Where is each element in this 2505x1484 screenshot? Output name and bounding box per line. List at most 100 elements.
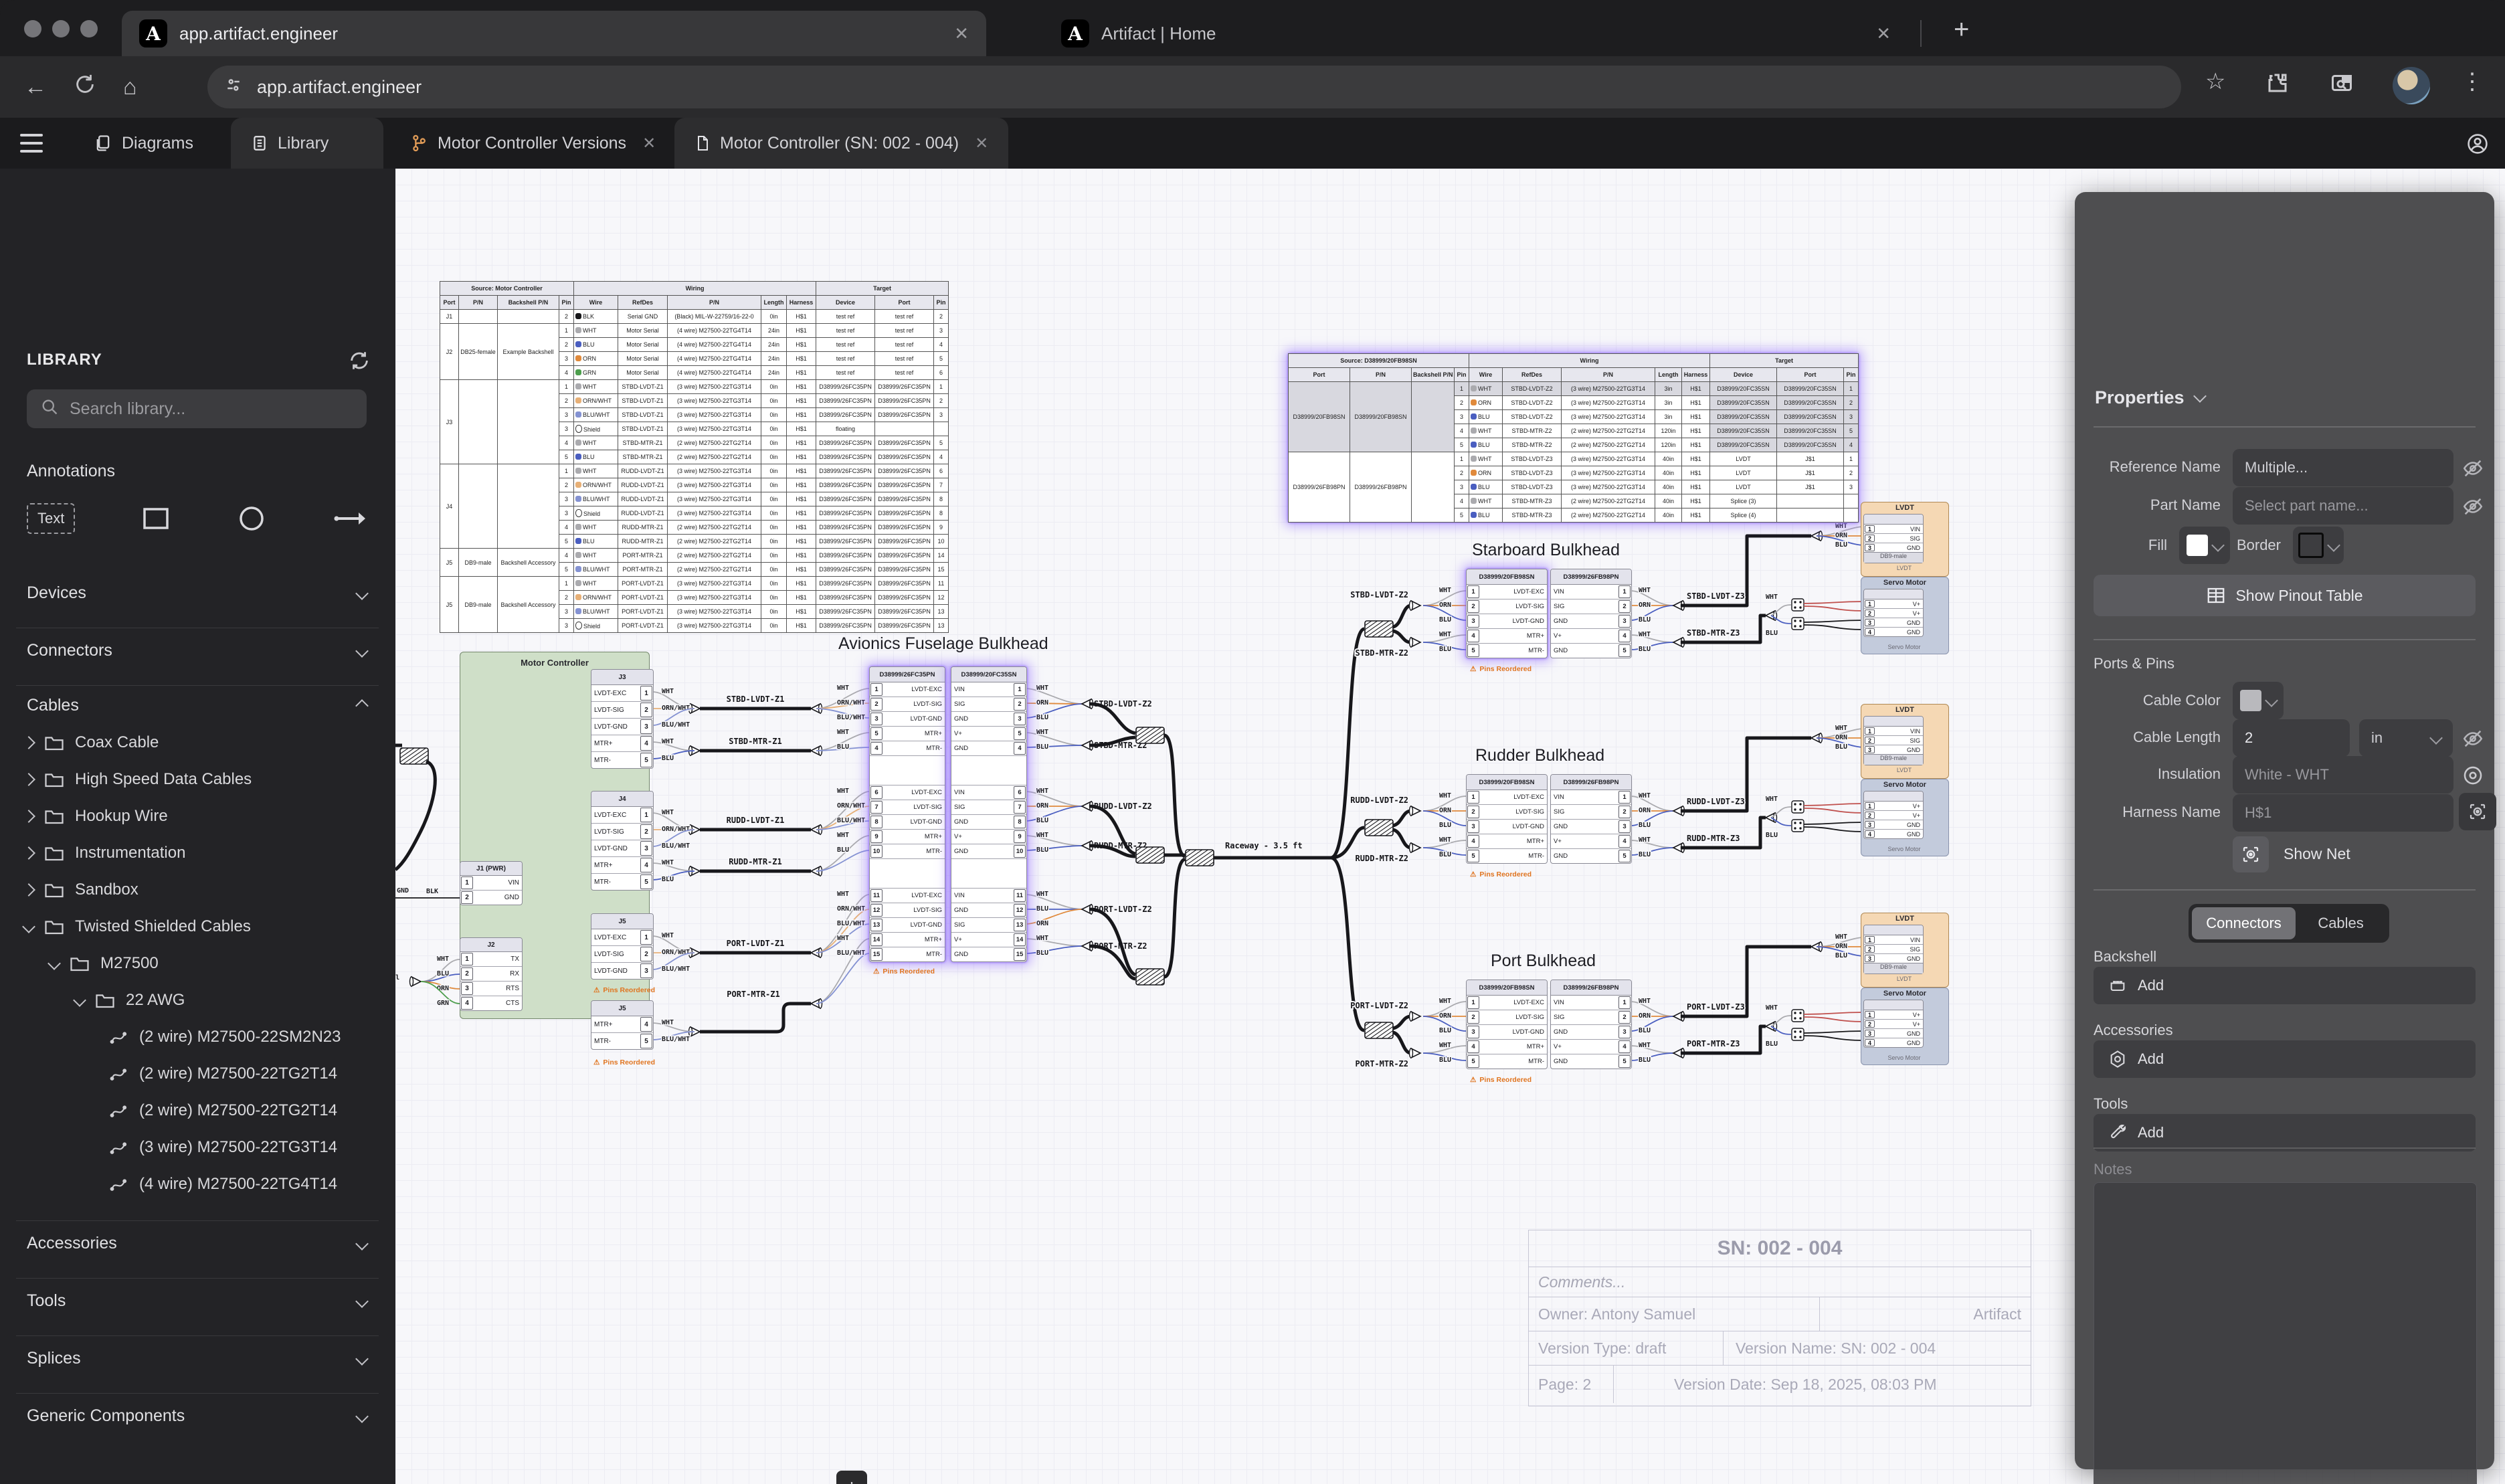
cable-length-input[interactable]: 2 [2233, 719, 2350, 757]
tree-folder[interactable]: Sandbox [0, 871, 395, 908]
cable-label[interactable]: PORT-MTR-Z1 [727, 990, 779, 999]
starboard-block-left[interactable]: D38999/20FB98SN1LVDT-EXC2LVDT-SIG3LVDT-G… [1466, 569, 1548, 658]
title-block[interactable]: SN: 002 - 004 Comments... Owner: Antony … [1528, 1230, 2031, 1406]
properties-header[interactable]: Properties [2095, 387, 2205, 408]
back-icon[interactable]: ← [24, 74, 47, 100]
tree-folder[interactable]: M27500 [0, 945, 395, 982]
chevron-right-icon[interactable] [22, 846, 35, 860]
extensions-icon[interactable] [2265, 71, 2290, 101]
connector-j5-lvdt[interactable]: J5LVDT-EXC1LVDT-SIG2LVDT-GND3 [591, 913, 654, 980]
visibility-on-icon[interactable] [2462, 764, 2484, 790]
cable-label[interactable]: STBD-MTR-Z1 [729, 737, 781, 746]
cable-label[interactable]: STBD-MTR-Z3 [1687, 628, 1740, 638]
pinout-table-t1[interactable]: Source: Motor ControllerWiringTargetPort… [440, 281, 949, 633]
cable-color-picker[interactable] [2233, 682, 2284, 719]
cable-label[interactable]: PORT-MTR-Z2 [1356, 1059, 1408, 1069]
servo-connector-2[interactable]: 1V+2V+3GND4GND [1863, 791, 1924, 839]
cable-label[interactable]: PORT-MTR-Z3 [1687, 1039, 1740, 1048]
section-connectors[interactable]: Connectors [27, 641, 367, 660]
browser-tab-active[interactable]: A app.artifact.engineer ✕ [122, 11, 986, 56]
avionics-block-left[interactable]: D38999/26FC35PN1LVDT-EXC2LVDT-SIG3LVDT-G… [869, 666, 945, 962]
connector-j4[interactable]: J4LVDT-EXC1LVDT-SIG2LVDT-GND3MTR+4MTR-5 [591, 791, 654, 891]
chevron-right-icon[interactable] [22, 810, 35, 823]
cable-label[interactable]: STBD-LVDT-Z1 [727, 694, 785, 704]
cable-label[interactable]: RUDD-LVDT-Z3 [1687, 797, 1745, 806]
chevron-down-icon[interactable] [73, 994, 86, 1007]
window-close-button[interactable] [24, 20, 41, 37]
chevron-right-icon[interactable] [22, 773, 35, 786]
site-settings-icon[interactable] [223, 75, 244, 100]
port-block-right[interactable]: D38999/26FB98PNVIN1SIG2GND3V+4GND5 [1550, 980, 1632, 1069]
section-accessories[interactable]: Accessories [27, 1234, 367, 1253]
segment-connectors[interactable]: Connectors [2192, 907, 2296, 939]
rectangle-tool[interactable] [141, 505, 171, 532]
window-minimize-button[interactable] [52, 20, 70, 37]
port-block-left[interactable]: D38999/20FB98SN1LVDT-EXC2LVDT-SIG3LVDT-G… [1466, 980, 1548, 1069]
visibility-off-icon[interactable] [2462, 495, 2484, 521]
text-tool[interactable]: Text [27, 503, 75, 534]
tab-close-icon[interactable]: ✕ [1876, 23, 1891, 44]
section-devices[interactable]: Devices [27, 583, 367, 603]
lvdt-connector-2[interactable]: 1VIN2SIG3GNDDB9-male [1863, 716, 1924, 765]
cable-label[interactable]: Raceway - 3.5 ft [1225, 841, 1303, 850]
circle-tool[interactable] [237, 504, 266, 533]
tools-add-button[interactable]: Add [2094, 1114, 2476, 1151]
tree-cable-item[interactable]: (4 wire) M27500-22TG4T14 [0, 1166, 395, 1202]
reference-name-input[interactable]: Multiple... [2233, 449, 2453, 486]
lvdt-connector-1[interactable]: 1VIN2SIG3GNDDB9-male [1863, 514, 1924, 563]
backshell-add-button[interactable]: Add [2094, 967, 2476, 1004]
harness-focus-button[interactable] [2459, 793, 2496, 830]
tree-cable-item[interactable]: (2 wire) M27500-22TG2T14 [0, 1092, 395, 1129]
rudder-block-left[interactable]: D38999/20FB98SN1LVDT-EXC2LVDT-SIG3LVDT-G… [1466, 774, 1548, 864]
starboard-block-right[interactable]: D38999/26FB98PNVIN1SIG2GND3V+4GND5 [1550, 569, 1632, 658]
tree-cable-item[interactable]: (3 wire) M27500-22TG3T14 [0, 1129, 395, 1166]
tree-cable-item[interactable]: (2 wire) M27500-22SM2N23 [0, 1018, 395, 1055]
lvdt-connector-3[interactable]: 1VIN2SIG3GNDDB9-male [1863, 925, 1924, 974]
browser-menu-icon[interactable]: ⋮ [2461, 68, 2484, 95]
home-icon[interactable]: ⌂ [123, 74, 137, 100]
menu-icon[interactable] [20, 134, 43, 153]
close-icon[interactable]: ✕ [975, 134, 988, 153]
show-net-icon-button[interactable] [2233, 836, 2269, 872]
rudder-block-right[interactable]: D38999/26FB98PNVIN1SIG2GND3V+4GND5 [1550, 774, 1632, 864]
avionics-block-right[interactable]: D38999/20FC35SNVIN1SIG2GND3V+5GND4VIN6SI… [951, 666, 1027, 962]
section-cables[interactable]: Cables [27, 696, 367, 715]
window-zoom-button[interactable] [80, 20, 98, 37]
visibility-off-icon[interactable] [2462, 727, 2484, 753]
section-splices[interactable]: Splices [27, 1349, 367, 1368]
nav-library[interactable]: Library [231, 118, 383, 169]
tree-folder[interactable]: High Speed Data Cables [0, 761, 395, 798]
tab-close-icon[interactable]: ✕ [954, 23, 969, 44]
segment-cables[interactable]: Cables [2296, 915, 2386, 932]
cable-label[interactable]: PORT-LVDT-Z3 [1687, 1002, 1745, 1012]
insulation-input[interactable]: White - WHT [2233, 756, 2453, 794]
tree-folder[interactable]: Instrumentation [0, 834, 395, 871]
tree-folder[interactable]: Twisted Shielded Cables [0, 908, 395, 945]
arrow-tool[interactable] [332, 506, 367, 531]
show-net-label[interactable]: Show Net [2284, 845, 2350, 863]
bookmark-star-icon[interactable]: ☆ [2205, 68, 2225, 95]
servo-connector-3[interactable]: 1V+2V+3GND4GND [1863, 1000, 1924, 1048]
zoom-in-button[interactable]: + [846, 1476, 858, 1484]
border-color-picker[interactable] [2293, 527, 2344, 564]
reload-icon[interactable] [74, 73, 96, 102]
cable-label[interactable]: RUDD-LVDT-Z2 [1350, 796, 1408, 805]
cable-length-unit-select[interactable]: in [2359, 719, 2453, 757]
show-pinout-table-button[interactable]: Show Pinout Table [2094, 575, 2476, 616]
section-tools[interactable]: Tools [27, 1291, 367, 1311]
new-tab-button[interactable]: + [1954, 15, 1969, 45]
cable-label[interactable]: PORT-LVDT-Z2 [1350, 1001, 1408, 1010]
connector-j5-mtr[interactable]: J5MTR+4MTR-5 [591, 1000, 654, 1050]
cable-label[interactable]: STBD-MTR-Z2 [1356, 648, 1408, 658]
cable-label[interactable]: PORT-LVDT-Z1 [727, 939, 785, 948]
connector-j3[interactable]: J3LVDT-EXC1LVDT-SIG2LVDT-GND3MTR+4MTR-5 [591, 669, 654, 769]
tree-folder[interactable]: Coax Cable [0, 724, 395, 761]
pinout-table-t2[interactable]: Source: D38999/20FB98SNWiringTargetPortP… [1288, 353, 1859, 523]
servo-connector-1[interactable]: 1V+2V+3GND4GND [1863, 589, 1924, 637]
chevron-down-icon[interactable] [22, 920, 35, 933]
harness-name-input[interactable]: H$1 [2233, 794, 2453, 832]
connector-j2[interactable]: J21TX2RX3RTS4CTS [460, 937, 523, 1011]
visibility-off-icon[interactable] [2462, 457, 2484, 483]
part-name-input[interactable]: Select part name... [2233, 487, 2453, 525]
tree-folder[interactable]: Hookup Wire [0, 798, 395, 834]
